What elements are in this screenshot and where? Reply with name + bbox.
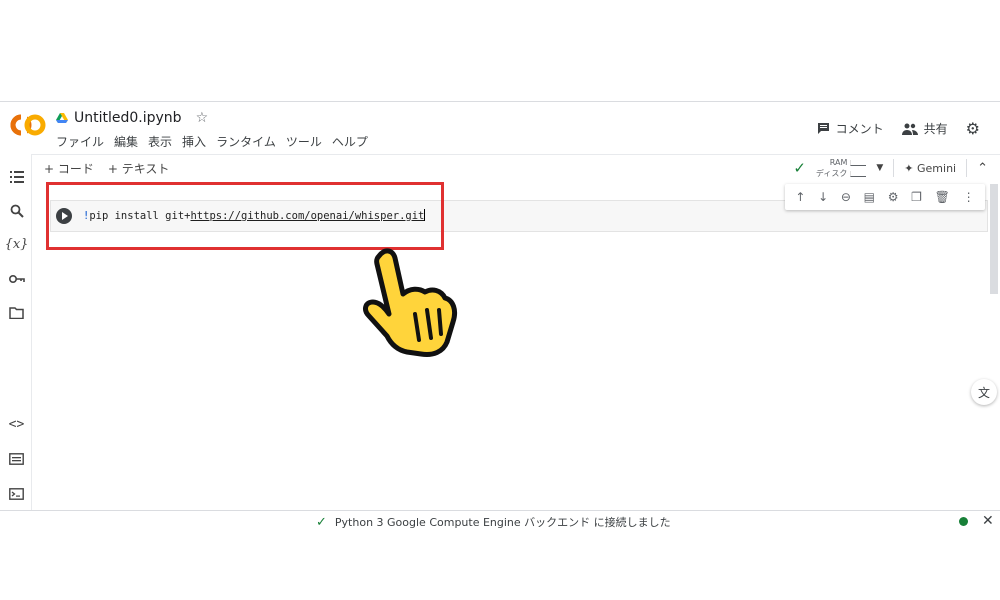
scrollbar[interactable]: [990, 184, 998, 294]
resource-monitor[interactable]: RAM ディスク: [815, 157, 867, 179]
comment-label: コメント: [835, 122, 884, 136]
comment-icon[interactable]: ▤: [864, 190, 875, 204]
close-icon[interactable]: ✕: [982, 513, 994, 529]
colab-window: Untitled0.ipynb ☆ ファイル 編集 表示 挿入 ランタイム ツー…: [0, 101, 1000, 511]
toc-icon[interactable]: [8, 168, 25, 185]
mirror-cell-icon[interactable]: ❐: [911, 190, 922, 204]
runtime-dropdown-icon[interactable]: ▼: [876, 163, 883, 173]
comment-button[interactable]: コメント: [817, 120, 884, 137]
pointing-hand-icon: [363, 248, 458, 357]
search-icon[interactable]: [8, 202, 25, 219]
menu-edit[interactable]: 編集: [114, 133, 138, 150]
menu-tools[interactable]: ツール: [286, 133, 322, 150]
connected-check-icon: ✓: [793, 159, 806, 177]
cell-toolbar: ↑ ↓ ⊖ ▤ ⚙ ❐ 🗑 ⋮: [785, 184, 985, 210]
left-sidebar: {x} <>: [0, 154, 32, 510]
gemini-label: Gemini: [917, 161, 957, 175]
code-snippets-icon[interactable]: <>: [8, 416, 25, 433]
folder-icon[interactable]: [8, 304, 25, 321]
disk-bar: [850, 170, 867, 177]
arrow-down-icon[interactable]: ↓: [818, 190, 828, 204]
star-icon[interactable]: ☆: [196, 110, 209, 126]
share-button[interactable]: 共有: [901, 120, 948, 137]
command-palette-icon[interactable]: [8, 450, 25, 467]
more-icon[interactable]: ⋮: [963, 190, 975, 204]
disk-label: ディスク: [815, 169, 848, 178]
secrets-icon[interactable]: [8, 270, 25, 287]
menu-runtime[interactable]: ランタイム: [216, 133, 276, 150]
ram-bar: [850, 159, 867, 166]
notebook-title[interactable]: Untitled0.ipynb: [74, 110, 182, 126]
file-title-row: Untitled0.ipynb ☆: [56, 110, 208, 126]
notebook-toolbar: + コード + テキスト ✓ RAM ディスク ▼ ✦ Gemini ⌃: [32, 154, 1000, 182]
add-code-button[interactable]: + コード: [44, 160, 94, 177]
menu-bar: ファイル 編集 表示 挿入 ランタイム ツール ヘルプ: [56, 133, 368, 150]
colab-logo[interactable]: [10, 114, 46, 136]
connection-status-dot: [959, 517, 968, 526]
sparkle-icon: ✦: [904, 161, 914, 175]
settings-icon[interactable]: ⚙: [888, 190, 899, 204]
status-bar: ✓ Python 3 Google Compute Engine バックエンド …: [0, 511, 1000, 535]
status-check-icon: ✓: [316, 514, 327, 530]
comment-icon: [817, 123, 829, 134]
settings-gear-icon[interactable]: ⚙: [966, 119, 980, 138]
gemini-button[interactable]: ✦ Gemini: [904, 162, 956, 175]
collapse-chevron-up-icon[interactable]: ⌃: [977, 161, 988, 176]
translate-icon[interactable]: 文: [971, 379, 997, 405]
share-label: 共有: [923, 122, 948, 136]
link-icon[interactable]: ⊖: [841, 190, 851, 204]
header-actions: コメント 共有 ⚙: [817, 119, 980, 138]
ram-label: RAM: [829, 158, 848, 167]
delete-icon[interactable]: 🗑: [935, 190, 950, 204]
variables-icon[interactable]: {x}: [5, 236, 29, 253]
google-drive-icon[interactable]: [56, 113, 68, 123]
highlight-box: [46, 182, 444, 250]
add-text-button[interactable]: + テキスト: [108, 160, 170, 177]
menu-file[interactable]: ファイル: [56, 133, 104, 150]
menu-insert[interactable]: 挿入: [182, 133, 206, 150]
menu-help[interactable]: ヘルプ: [332, 133, 368, 150]
divider: [893, 159, 895, 177]
people-icon: [901, 123, 918, 135]
menu-view[interactable]: 表示: [148, 133, 172, 150]
status-message: Python 3 Google Compute Engine バックエンド に接…: [334, 516, 671, 529]
divider: [966, 159, 968, 177]
terminal-icon[interactable]: [8, 485, 25, 502]
arrow-up-icon[interactable]: ↑: [795, 190, 805, 204]
